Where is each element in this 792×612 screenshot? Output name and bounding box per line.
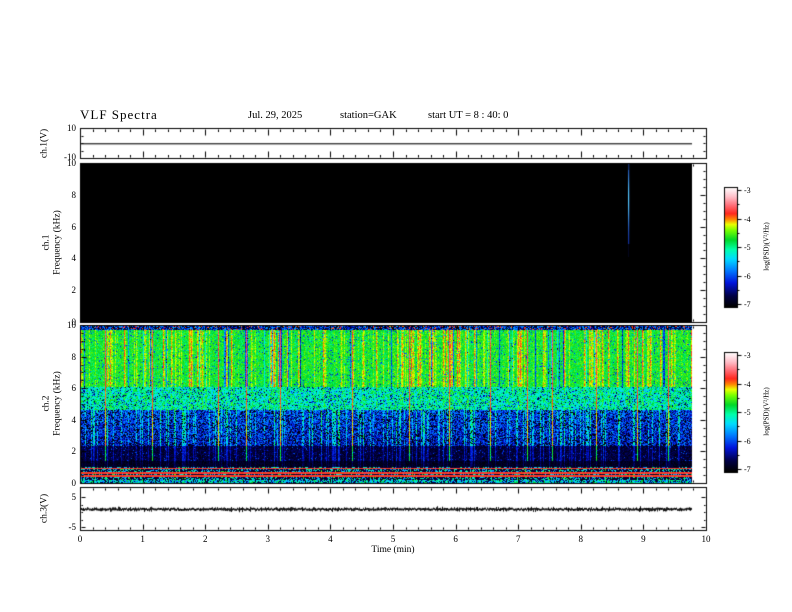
ch2_spectrogram-ytick-label: 4 <box>71 414 77 425</box>
x-axis-tick-label: 4 <box>328 534 333 544</box>
ch1_spectrogram-ytick-label: 6 <box>71 221 77 232</box>
ch2_spectrogram-ytick-label: 6 <box>71 383 77 394</box>
ch2_spectrogram-ytick-label: 8 <box>71 351 77 362</box>
ch3-voltage-ylabel: ch.3(V) <box>39 493 50 524</box>
colorbar2-unit-label: log(PSD)(V²/Hz) <box>762 387 771 436</box>
labels-layer: VLF Spectra Jul. 29, 2025 station=GAK st… <box>0 0 792 612</box>
ch1_spectrogram-ytick-label: 2 <box>71 285 77 296</box>
figure-date: Jul. 29, 2025 <box>248 110 303 121</box>
figure-start-ut: start UT = 8 : 40: 0 <box>428 110 509 121</box>
x-axis-tick-label: 2 <box>202 534 208 544</box>
ch2_spectrogram-ytick-label: 0 <box>71 478 77 488</box>
x-axis-tick-label: 0 <box>77 534 83 544</box>
ch1_spectrogram-ytick-label: 8 <box>71 189 77 200</box>
vlf-spectra-figure: VLF Spectra Jul. 29, 2025 station=GAK st… <box>0 0 792 612</box>
x-axis-tick-label: 3 <box>265 534 271 544</box>
figure-station: station=GAK <box>340 110 397 121</box>
colorbar1-tick-label: -6 <box>744 271 751 281</box>
x-axis-tick-label: 8 <box>578 534 584 544</box>
ch1-spectrogram-ylabel-line1: ch.1 <box>41 234 52 251</box>
ch3-voltage-ytick-label: 5 <box>71 492 77 502</box>
figure-title: VLF Spectra <box>80 107 158 122</box>
colorbar1-tick-label: -4 <box>744 214 751 224</box>
colorbar1-tick-label: -7 <box>744 300 751 309</box>
colorbar1-unit-label: log(PSD)(V²/Hz) <box>762 222 771 271</box>
colorbar2-tick-label: -4 <box>744 379 751 389</box>
x-axis-tick-label: 5 <box>390 534 396 544</box>
ch1_spectrogram-ytick-label: 4 <box>71 253 77 264</box>
colorbar2-tick-label: -5 <box>744 408 751 417</box>
x-axis-tick-label: 7 <box>515 534 521 544</box>
x-axis-tick-label: 9 <box>641 534 646 544</box>
colorbar2-tick-label: -6 <box>744 436 751 446</box>
ch2_spectrogram-ytick-label: 2 <box>71 446 77 457</box>
ch2_spectrogram-ytick-label: 10 <box>67 320 76 330</box>
x-axis-tick-label: 6 <box>453 534 458 544</box>
colorbar1-tick-label: -3 <box>744 186 751 195</box>
ch1-voltage-ylabel: ch.1(V) <box>39 128 50 159</box>
x-axis-tick-label: 1 <box>140 534 145 544</box>
ch1-voltage-ytick-label: 10 <box>67 123 76 133</box>
colorbar2-tick-label: -7 <box>744 465 751 474</box>
ch1-voltage-ytick-label: -10 <box>64 152 76 162</box>
colorbar1-tick-label: -5 <box>744 243 751 252</box>
x-axis-title: Time (min) <box>371 545 415 555</box>
ch3-voltage-ytick-label: -5 <box>68 522 77 532</box>
ch2-spectrogram-ylabel-line1: ch.2 <box>41 395 52 412</box>
x-axis-tick-label: 10 <box>701 534 711 544</box>
colorbar2-tick-label: -3 <box>744 351 751 360</box>
